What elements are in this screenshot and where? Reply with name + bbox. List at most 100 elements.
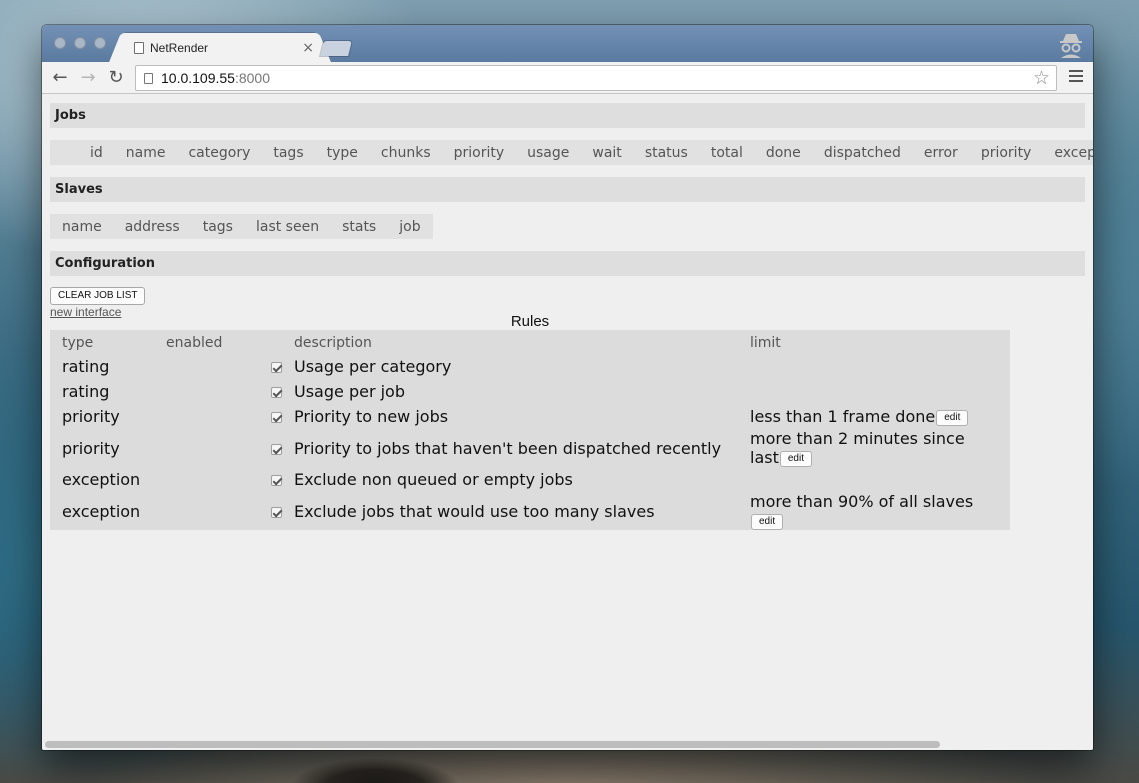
scrollbar-thumb[interactable] [45, 741, 940, 748]
jobs-column-header: done [765, 144, 801, 161]
edit-limit-button[interactable]: edit [779, 450, 812, 467]
rule-enabled-cell [154, 379, 282, 404]
rule-limit-cell [738, 379, 1010, 404]
jobs-column-header: tags [273, 144, 304, 161]
edit-limit-button[interactable]: edit [751, 513, 784, 530]
table-row: exception Exclude jobs that would use too… [50, 492, 1010, 530]
jobs-column-header: usage [527, 144, 570, 161]
slaves-column-header: stats [342, 218, 377, 235]
window-controls [54, 37, 106, 49]
browser-window: NetRender × ← → ↻ 10.0.109.55:8000 ☆ Job… [42, 25, 1093, 750]
rule-type: rating [62, 382, 110, 401]
url-port: :8000 [234, 70, 271, 86]
rule-enabled-cell [154, 404, 282, 429]
jobs-column-header: chunks [380, 144, 431, 161]
table-row: rating Usage per job [50, 379, 1010, 404]
url-text[interactable]: 10.0.109.55:8000 [161, 70, 270, 86]
horizontal-scrollbar[interactable] [42, 739, 1093, 750]
title-bar: NetRender × [42, 25, 1093, 62]
reload-button[interactable]: ↻ [102, 67, 130, 88]
rule-limit: more than 90% of all slaves [750, 492, 974, 511]
new-tab-button[interactable] [320, 41, 352, 56]
slaves-column-header: name [62, 218, 102, 235]
rule-type: priority [62, 407, 120, 426]
header-description: description [294, 334, 372, 351]
rule-limit-cell [738, 354, 1010, 379]
table-row: priority Priority to new jobs less than 1 … [50, 404, 1010, 429]
rule-type: priority [62, 438, 120, 458]
rule-limit: less than 1 frame done [750, 407, 936, 426]
jobs-column-header: total [710, 144, 743, 161]
jobs-column-header: id [90, 144, 103, 161]
slaves-column-header: job [399, 218, 421, 235]
rule-description: Priority to new jobs [294, 407, 449, 426]
minimize-window-button[interactable] [74, 37, 86, 49]
rule-enabled-checkbox[interactable] [271, 387, 282, 398]
page-content: Jobs id name category tags type chunks priorit… [42, 94, 1093, 750]
back-button[interactable]: ← [46, 67, 74, 88]
rule-enabled-cell [154, 354, 282, 379]
jobs-table-header: id name category tags type chunks priority usag… [50, 140, 1093, 165]
address-bar[interactable]: 10.0.109.55:8000 ☆ [135, 65, 1057, 91]
rule-description: Priority to jobs that haven't been dispa… [294, 438, 722, 458]
jobs-column-header: exception [1054, 144, 1093, 161]
slaves-column-header: address [124, 218, 180, 235]
table-row: exception Exclude non queued or empty job… [50, 467, 1010, 492]
rule-enabled-cell [154, 467, 282, 492]
incognito-icon [1060, 34, 1082, 58]
header-limit: limit [750, 334, 781, 351]
zoom-window-button[interactable] [94, 37, 106, 49]
jobs-column-header: priority [453, 144, 505, 161]
forward-button[interactable]: → [74, 67, 102, 88]
rule-type: rating [62, 357, 110, 376]
browser-toolbar: ← → ↻ 10.0.109.55:8000 ☆ [42, 62, 1093, 94]
page-icon [144, 72, 153, 84]
clear-job-list-button[interactable]: CLEAR JOB LIST [50, 287, 146, 305]
table-row: priority Priority to jobs that haven't be… [50, 429, 1010, 467]
close-window-button[interactable] [54, 37, 66, 49]
jobs-column-header: priority [980, 144, 1032, 161]
page-icon [134, 41, 144, 54]
rule-enabled-cell [154, 492, 282, 530]
rule-enabled-checkbox[interactable] [271, 362, 282, 373]
rule-type: exception [62, 501, 141, 521]
rule-enabled-checkbox[interactable] [271, 475, 282, 486]
slaves-column-header: tags [202, 218, 233, 235]
rule-limit-cell: more than 2 minutes since last edit [738, 429, 1010, 467]
header-enabled: enabled [166, 334, 223, 351]
table-row: rating Usage per category [50, 354, 1010, 379]
desktop-tree-silhouette [290, 748, 460, 783]
jobs-column-header: error [923, 144, 958, 161]
edit-limit-button[interactable]: edit [936, 409, 969, 426]
slaves-table-header: name address tags last seen stats job [50, 214, 433, 239]
rule-limit-cell: more than 90% of all slaves edit [738, 492, 1010, 530]
rules-header-row: type enabled description limit [50, 330, 1010, 354]
rule-description: Usage per job [294, 382, 405, 401]
jobs-column-header: type [326, 144, 358, 161]
rule-enabled-checkbox[interactable] [271, 412, 282, 423]
rule-type: exception [62, 470, 141, 489]
slaves-column-header: last seen [255, 218, 320, 235]
jobs-column-header: status [644, 144, 688, 161]
close-icon[interactable]: × [302, 40, 314, 56]
header-type: type [62, 334, 94, 351]
url-host: 10.0.109.55 [161, 70, 235, 86]
rules-caption: Rules [510, 313, 550, 330]
browser-tab[interactable]: NetRender × [122, 33, 318, 62]
jobs-column-header: category [188, 144, 251, 161]
rule-description: Exclude non queued or empty jobs [294, 470, 573, 489]
menu-icon[interactable] [1069, 70, 1083, 85]
rule-enabled-checkbox[interactable] [271, 443, 282, 455]
star-icon[interactable]: ☆ [1033, 67, 1050, 89]
rule-description: Usage per category [294, 357, 452, 376]
slaves-section-title: Slaves [50, 177, 1085, 202]
jobs-column-header: dispatched [823, 144, 901, 161]
tab-title: NetRender [150, 40, 209, 55]
jobs-column-header: name [125, 144, 166, 161]
rule-limit-cell [738, 467, 1010, 492]
rule-description: Exclude jobs that would use too many sla… [294, 501, 655, 521]
configuration-section-title: Configuration [50, 251, 1085, 276]
rule-enabled-checkbox[interactable] [271, 506, 282, 518]
jobs-column-header: wait [592, 144, 622, 161]
jobs-section-title: Jobs [50, 103, 1085, 128]
